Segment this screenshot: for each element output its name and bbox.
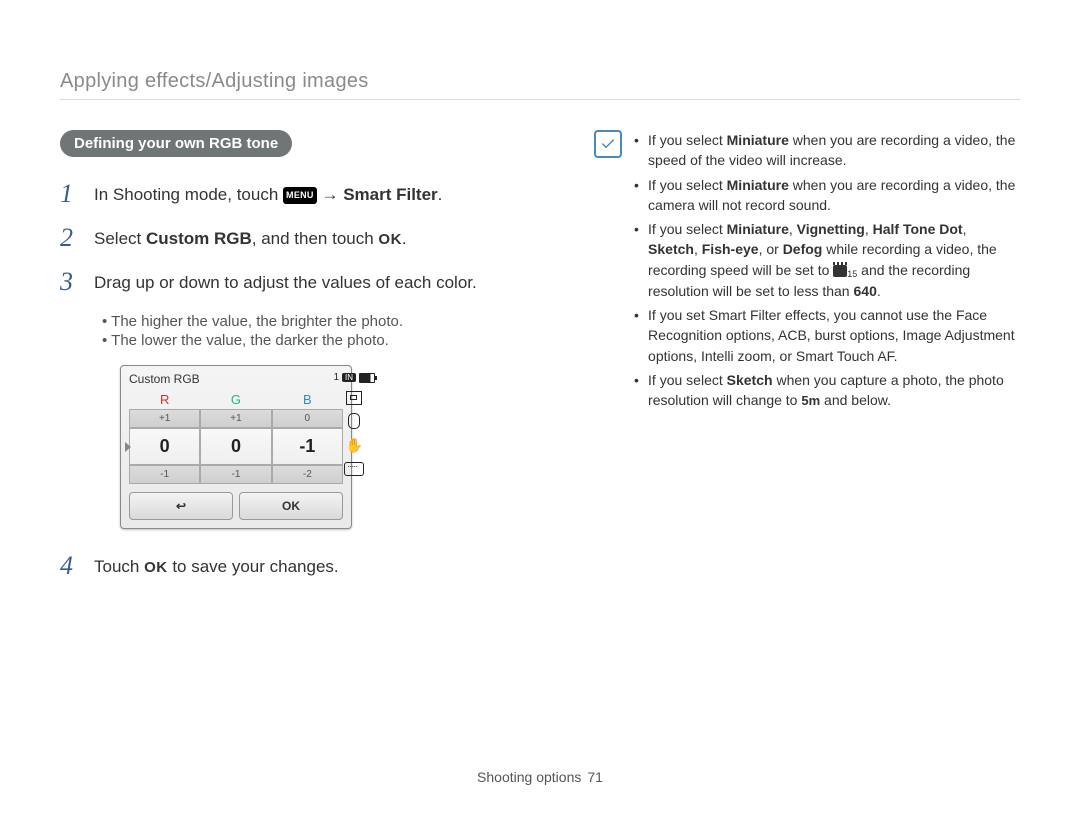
rgb-selected-r: 0 [129, 428, 200, 465]
section-pill: Defining your own RGB tone [60, 130, 292, 157]
stabilizer-icon: ✋ [346, 437, 363, 454]
sub-bullet-brighter: The higher the value, the brighter the p… [102, 313, 544, 330]
rgb-selected-b: -1 [272, 428, 343, 465]
breadcrumb: Applying effects/Adjusting images [60, 70, 1020, 100]
channel-b: B [272, 390, 343, 409]
step-number-2: 2 [60, 225, 78, 251]
step-1-text: In Shooting mode, touch MENU → Smart Fil… [94, 181, 442, 207]
step-number-3: 3 [60, 269, 78, 295]
channel-g: G [200, 390, 271, 409]
in-icon: IN [342, 373, 356, 382]
step-4-text: Touch OK to save your changes. [94, 553, 339, 579]
note-item: If you select Miniature, Vignetting, Hal… [634, 219, 1020, 301]
lcd-screenshot: Custom RGB R G B +1 +1 0 0 0 -1 [120, 365, 352, 529]
note-item: If you set Smart Filter effects, you can… [634, 305, 1020, 366]
lcd-back-button: ↩ [129, 492, 233, 520]
record-icon [344, 462, 364, 476]
ok-icon: OK [144, 559, 168, 576]
resolution-5m-icon: 5m [801, 393, 820, 408]
rgb-selected-g: 0 [200, 428, 271, 465]
note-list: If you select Miniature when you are rec… [634, 130, 1020, 415]
rgb-cell: -1 [129, 465, 200, 484]
step-number-4: 4 [60, 553, 78, 579]
sub-bullet-darker: The lower the value, the darker the phot… [102, 332, 544, 349]
page-footer: Shooting options71 [0, 769, 1080, 785]
mic-icon [348, 413, 360, 429]
menu-icon: MENU [283, 187, 317, 204]
rgb-cell: +1 [129, 409, 200, 428]
rgb-cell: 0 [272, 409, 343, 428]
film-icon [833, 265, 847, 277]
ok-icon: OK [378, 231, 402, 248]
channel-r: R [129, 390, 200, 409]
step-number-1: 1 [60, 181, 78, 207]
note-item: If you select Miniature when you are rec… [634, 175, 1020, 216]
battery-icon [359, 373, 375, 383]
step-3-text: Drag up or down to adjust the values of … [94, 269, 477, 295]
note-icon [594, 130, 622, 158]
note-item: If you select Sketch when you capture a … [634, 370, 1020, 411]
lcd-title: Custom RGB [121, 366, 351, 390]
note-item: If you select Miniature when you are rec… [634, 130, 1020, 171]
rgb-cell: -1 [200, 465, 271, 484]
lcd-ok-button: OK [239, 492, 343, 520]
step-2-text: Select Custom RGB, and then touch OK. [94, 225, 407, 251]
lcd-status-icons: 1 IN ✋ [333, 372, 375, 476]
quality-icon [346, 391, 362, 405]
rgb-cell: +1 [200, 409, 271, 428]
rgb-cell: -2 [272, 465, 343, 484]
